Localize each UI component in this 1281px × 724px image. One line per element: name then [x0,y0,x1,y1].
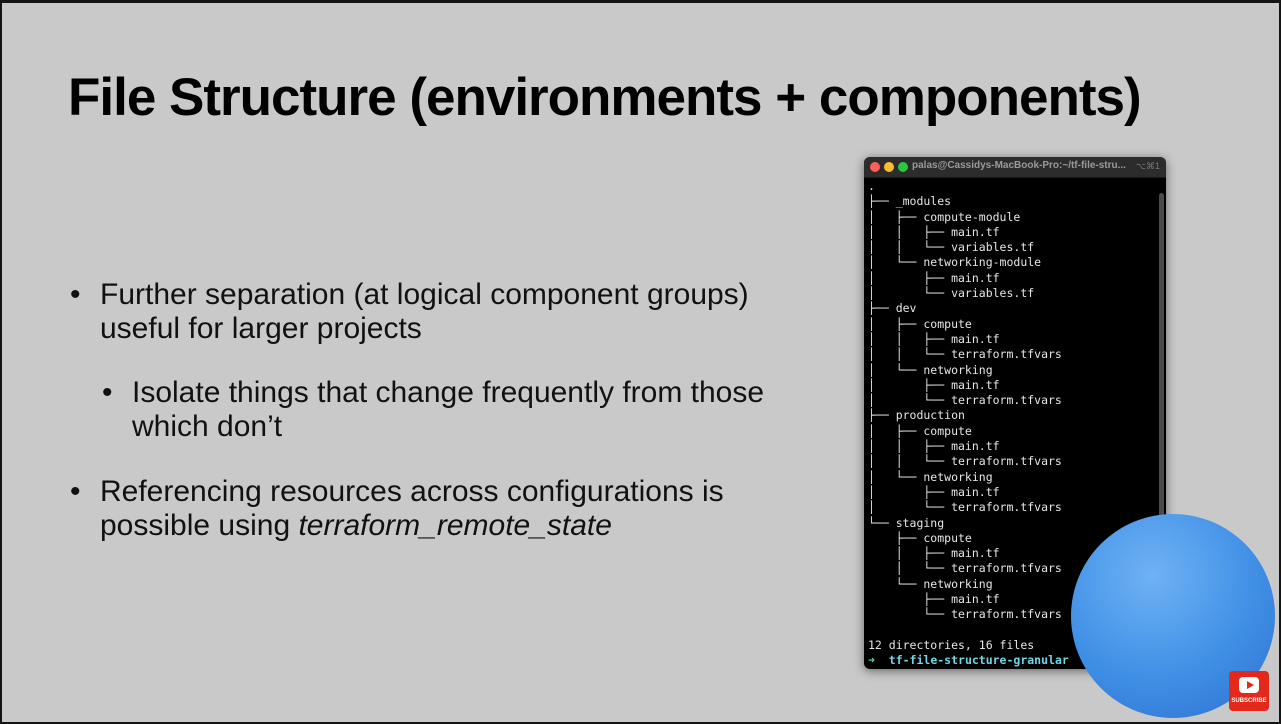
terminal-line: ├── dev [868,301,917,316]
bullet-text: Further separation (at logical component… [100,278,749,345]
terminal-line: │ ├── compute [868,423,972,438]
maximize-window-icon[interactable] [898,162,908,172]
terminal-line: │ └── networking-module [868,255,1042,270]
terminal-line: │ │ ├── main.tf [868,224,1000,239]
terminal-line: │ └── variables.tf [868,286,1035,301]
bullet-marker: • [70,475,81,508]
bullet-text: Isolate things that change frequently fr… [132,376,765,443]
terminal-line: │ │ ├── main.tf [868,439,1000,454]
bullet-item: • Referencing resources across configura… [70,475,820,543]
subscribe-badge[interactable]: SUBSCRIBE [1229,671,1269,711]
terminal-line: │ ├── main.tf [868,270,1000,285]
slide-title: File Structure (environments + component… [68,68,1142,127]
bullet-item: • Further separation (at logical compone… [70,278,820,346]
close-window-icon[interactable] [870,162,880,172]
prompt-arrow-icon: ➜ [868,653,875,668]
youtube-play-icon [1239,677,1259,693]
terminal-line: │ └── networking [868,469,993,484]
terminal-line: ├── _modules [868,194,952,209]
prompt-directory: tf-file-structure-granular [874,653,1069,668]
terminal-line: │ ├── main.tf [868,377,1000,392]
terminal-line: │ └── terraform.tfvars [868,393,1062,408]
terminal-line: └── staging [868,515,945,530]
terminal-titlebar[interactable]: palas@Cassidys-MacBook-Pro:~/tf-file-str… [864,157,1166,178]
terminal-line: │ └── networking [868,362,993,377]
terminal-line: │ ├── main.tf [868,484,1000,499]
minimize-window-icon[interactable] [884,162,894,172]
terminal-title: palas@Cassidys-MacBook-Pro:~/tf-file-str… [912,160,1126,171]
bullet-code-term: terraform_remote_state [298,509,612,542]
terminal-line: │ └── terraform.tfvars [868,500,1062,515]
bullet-marker: • [70,278,81,311]
bullet-marker: • [102,376,113,409]
subscribe-label: SUBSCRIBE [1231,698,1267,704]
terminal-line: ├── production [868,408,965,423]
terminal-line: │ │ ├── main.tf [868,331,1000,346]
terminal-line: │ │ └── variables.tf [868,240,1035,255]
terminal-line: │ ├── compute-module [868,209,1021,224]
terminal-line: . [868,179,875,193]
terminal-line: │ ├── compute [868,316,972,331]
sub-bullet-item: • Isolate things that change frequently … [102,376,772,444]
terminal-shortcut: ⌥⌘1 [1135,161,1160,171]
terminal-line: │ │ └── terraform.tfvars [868,347,1062,362]
terminal-line: │ │ └── terraform.tfvars [868,454,1062,469]
